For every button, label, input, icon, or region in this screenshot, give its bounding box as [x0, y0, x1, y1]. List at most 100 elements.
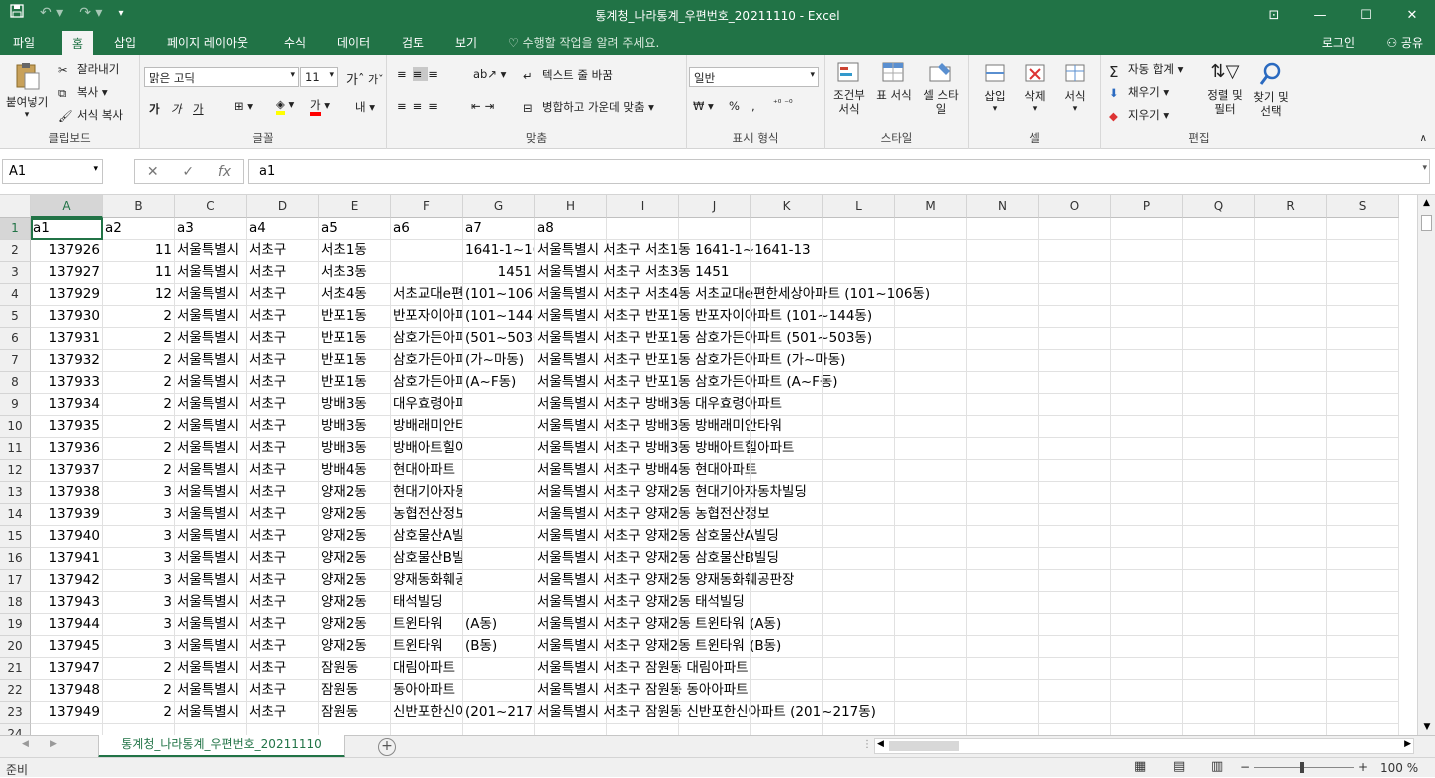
table-cell[interactable]: 서초구	[247, 306, 319, 328]
cancel-icon[interactable]: ✕	[147, 164, 159, 180]
column-header[interactable]: K	[751, 195, 823, 218]
table-cell[interactable]	[751, 262, 823, 284]
row-header[interactable]: 10	[0, 416, 31, 438]
table-cell[interactable]: 서울특별시 서초구 잠원동 동아아파트	[535, 680, 749, 702]
table-cell[interactable]	[895, 394, 967, 416]
table-cell[interactable]	[751, 724, 823, 735]
table-cell[interactable]	[103, 724, 175, 735]
table-cell[interactable]	[751, 328, 823, 350]
tab-view[interactable]: 보기	[455, 34, 477, 51]
table-cell[interactable]	[895, 306, 967, 328]
table-cell[interactable]	[607, 482, 679, 504]
table-cell[interactable]	[1111, 702, 1183, 724]
table-cell[interactable]	[679, 284, 751, 306]
table-cell[interactable]: 서울특별시 서초구 양재2동 농협전산정보	[535, 504, 770, 526]
table-cell[interactable]	[967, 680, 1039, 702]
table-cell[interactable]: 양재동화훼공판장	[391, 570, 463, 592]
login-button[interactable]: 로그인	[1322, 34, 1355, 51]
format-painter-button[interactable]: 🖌 서식 복사	[58, 107, 123, 123]
column-header[interactable]: L	[823, 195, 895, 218]
table-cell[interactable]	[1039, 438, 1111, 460]
table-cell[interactable]	[823, 592, 895, 614]
table-cell[interactable]	[175, 724, 247, 735]
table-cell[interactable]	[1183, 460, 1255, 482]
table-cell[interactable]: 서초구	[247, 548, 319, 570]
table-cell[interactable]: 137935	[31, 416, 103, 438]
table-cell[interactable]	[1183, 636, 1255, 658]
table-cell[interactable]: 대우효령아파트	[391, 394, 463, 416]
table-cell[interactable]: 3	[103, 592, 175, 614]
table-cell[interactable]: 서울특별시	[175, 658, 247, 680]
table-cell[interactable]: 서울특별시	[175, 306, 247, 328]
table-cell[interactable]	[1111, 328, 1183, 350]
table-cell[interactable]	[1255, 702, 1327, 724]
table-cell[interactable]	[1255, 658, 1327, 680]
table-cell[interactable]	[1255, 570, 1327, 592]
maximize-button[interactable]: ☐	[1343, 0, 1389, 30]
table-cell[interactable]: 반포자이아파트	[391, 306, 463, 328]
table-cell[interactable]	[895, 372, 967, 394]
table-cell[interactable]: 양재2동	[319, 548, 391, 570]
table-cell[interactable]: 서울특별시	[175, 328, 247, 350]
table-cell[interactable]	[1111, 614, 1183, 636]
table-cell[interactable]	[895, 614, 967, 636]
table-cell[interactable]: 2	[103, 438, 175, 460]
table-cell[interactable]	[967, 636, 1039, 658]
table-cell[interactable]	[823, 614, 895, 636]
table-cell[interactable]	[823, 658, 895, 680]
table-cell[interactable]	[607, 328, 679, 350]
table-cell[interactable]: 137934	[31, 394, 103, 416]
table-cell[interactable]	[751, 570, 823, 592]
table-cell[interactable]	[607, 592, 679, 614]
enter-icon[interactable]: ✓	[182, 164, 194, 180]
table-cell[interactable]	[679, 240, 751, 262]
table-cell[interactable]	[1183, 372, 1255, 394]
table-cell[interactable]	[1111, 724, 1183, 735]
table-cell[interactable]: 서울특별시 서초구 반포1동 삼호가든아파트 (501~503동)	[535, 328, 872, 350]
table-cell[interactable]	[1183, 284, 1255, 306]
zoom-slider-thumb[interactable]	[1300, 762, 1304, 773]
table-cell[interactable]	[1111, 240, 1183, 262]
column-header[interactable]: C	[175, 195, 247, 218]
table-cell[interactable]: 서울특별시	[175, 394, 247, 416]
table-cell[interactable]	[1327, 724, 1399, 735]
table-cell[interactable]: 반포1동	[319, 350, 391, 372]
table-cell[interactable]	[1327, 460, 1399, 482]
table-cell[interactable]	[463, 416, 535, 438]
table-cell[interactable]	[1255, 526, 1327, 548]
table-cell[interactable]	[607, 240, 679, 262]
table-cell[interactable]: 서초구	[247, 460, 319, 482]
table-cell[interactable]	[751, 658, 823, 680]
table-cell[interactable]	[1255, 416, 1327, 438]
row-header[interactable]: 3	[0, 262, 31, 284]
table-cell[interactable]	[1039, 394, 1111, 416]
table-cell[interactable]	[1183, 504, 1255, 526]
scroll-right-icon[interactable]: ▶	[1404, 739, 1411, 749]
worksheet-grid[interactable]: A B C D E F G H I J K L M N O P Q R S 1 a1 a2 a3 a4 a5 a6 a7 a8 2 137…	[0, 195, 1417, 735]
table-cell[interactable]	[679, 614, 751, 636]
table-cell[interactable]	[1039, 570, 1111, 592]
table-cell[interactable]	[1183, 416, 1255, 438]
zoom-level[interactable]: 100 %	[1380, 761, 1418, 775]
table-cell[interactable]	[1039, 328, 1111, 350]
column-header[interactable]: F	[391, 195, 463, 218]
table-cell[interactable]	[679, 526, 751, 548]
table-cell[interactable]	[895, 328, 967, 350]
table-cell[interactable]	[1111, 526, 1183, 548]
row-header[interactable]: 24	[0, 724, 31, 735]
vertical-scrollbar[interactable]: ▲ ▼	[1417, 195, 1435, 735]
table-cell[interactable]	[1039, 262, 1111, 284]
table-cell[interactable]	[967, 284, 1039, 306]
table-cell[interactable]	[895, 240, 967, 262]
table-cell[interactable]: 동아아파트	[391, 680, 463, 702]
table-cell[interactable]	[1255, 724, 1327, 735]
table-cell[interactable]	[679, 482, 751, 504]
table-cell[interactable]	[679, 636, 751, 658]
scroll-up-icon[interactable]: ▲	[1418, 198, 1435, 208]
table-cell[interactable]: 서울특별시	[175, 548, 247, 570]
table-cell[interactable]	[823, 570, 895, 592]
table-cell[interactable]	[1327, 504, 1399, 526]
table-cell[interactable]: 11	[103, 240, 175, 262]
table-cell[interactable]	[751, 284, 823, 306]
delete-cells-button[interactable]: 삭제 ▾	[1017, 61, 1053, 114]
